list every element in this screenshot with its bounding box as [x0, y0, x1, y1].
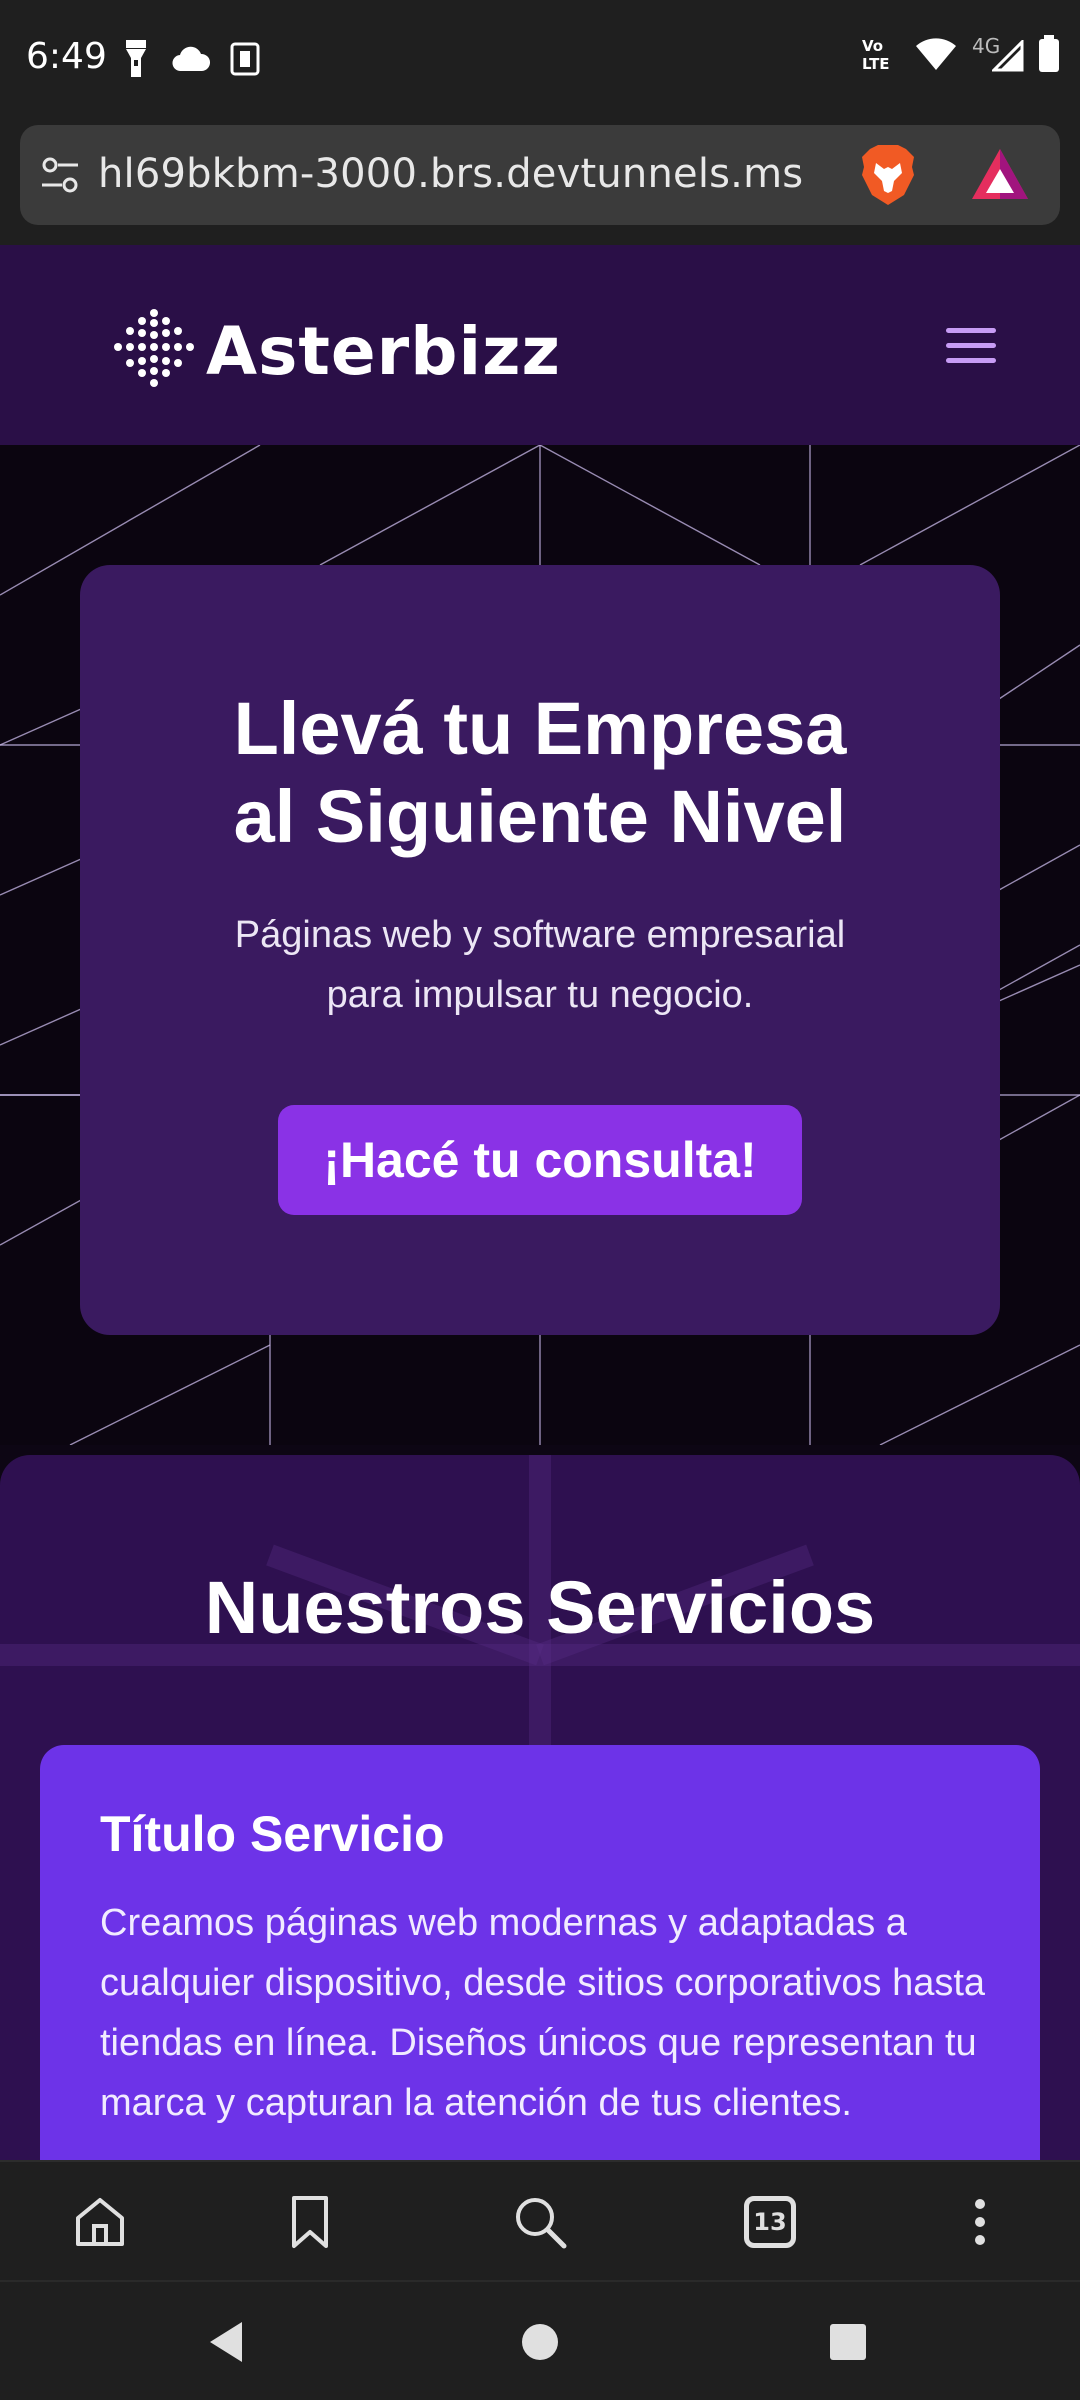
hero-subtitle-line-2: para impulsar tu negocio. [326, 974, 754, 1016]
system-navigation-bar [0, 2280, 1080, 2400]
battery-icon [1039, 35, 1059, 72]
svg-text:Vo: Vo [862, 37, 883, 55]
url-text[interactable]: hl69bkbm-3000.brs.devtunnels.ms [98, 151, 803, 197]
wifi-icon [916, 38, 956, 70]
menu-icon[interactable] [946, 328, 996, 364]
service-card-title: Título Servicio [100, 1806, 445, 1862]
flashlight-icon [126, 40, 146, 77]
cell-signal-icon [992, 40, 1024, 72]
home-icon[interactable] [70, 2192, 130, 2252]
brand-logo-text[interactable]: Asterbizz [206, 313, 561, 390]
status-time: 6:49 [26, 36, 107, 77]
site-header: Asterbizz [0, 245, 1080, 445]
home-nav-icon[interactable] [520, 2322, 560, 2362]
asterbizz-logo-icon [114, 309, 194, 387]
cloud-icon [172, 46, 210, 72]
svg-text:LTE: LTE [862, 55, 890, 73]
back-icon[interactable] [206, 2320, 246, 2364]
cell-signal-group: 4G [972, 34, 1024, 74]
hero-title-line-1: Llevá tu Empresa [233, 687, 847, 770]
service-card[interactable]: Título Servicio Creamos páginas web mode… [40, 1745, 1040, 2160]
more-options-icon[interactable] [950, 2192, 1010, 2252]
site-settings-icon[interactable] [40, 155, 80, 195]
tab-count: 13 [744, 2196, 796, 2248]
volte-icon: Vo LTE [862, 37, 890, 73]
hero-title-line-2: al Siguiente Nivel [233, 775, 847, 858]
hero-card: Llevá tu Empresa al Siguiente Nivel Pági… [80, 565, 1000, 1335]
web-content: Asterbizz Llevá tu Empresa al Siguiente … [0, 245, 1080, 2160]
hero-title: Llevá tu Empresa al Siguiente Nivel [80, 685, 1000, 861]
brave-shields-icon[interactable] [858, 143, 918, 207]
recents-icon[interactable] [828, 2322, 868, 2362]
browser-toolbar: 13 [0, 2160, 1080, 2280]
bookmark-icon[interactable] [280, 2192, 340, 2252]
status-bar: 6:49 Vo LTE 4G [0, 0, 1080, 120]
hero-subtitle-line-1: Páginas web y software empresarial [234, 914, 846, 956]
hero-subtitle: Páginas web y software empresarial para … [80, 905, 1000, 1025]
search-icon[interactable] [510, 2192, 570, 2252]
service-card-description: Creamos páginas web modernas y adaptadas… [100, 1902, 986, 2124]
address-bar[interactable]: hl69bkbm-3000.brs.devtunnels.ms [20, 125, 1060, 225]
status-right-group: Vo LTE 4G [860, 34, 1060, 74]
services-title: Nuestros Servicios [204, 1566, 876, 1649]
app-notification-icon [230, 42, 260, 76]
consult-button[interactable]: ¡Hacé tu consulta! [278, 1105, 802, 1215]
brave-rewards-icon[interactable] [970, 147, 1030, 203]
services-section: Nuestros Servicios Título Servicio Cream… [0, 1455, 1080, 2160]
tabs-button[interactable]: 13 [744, 2196, 804, 2256]
